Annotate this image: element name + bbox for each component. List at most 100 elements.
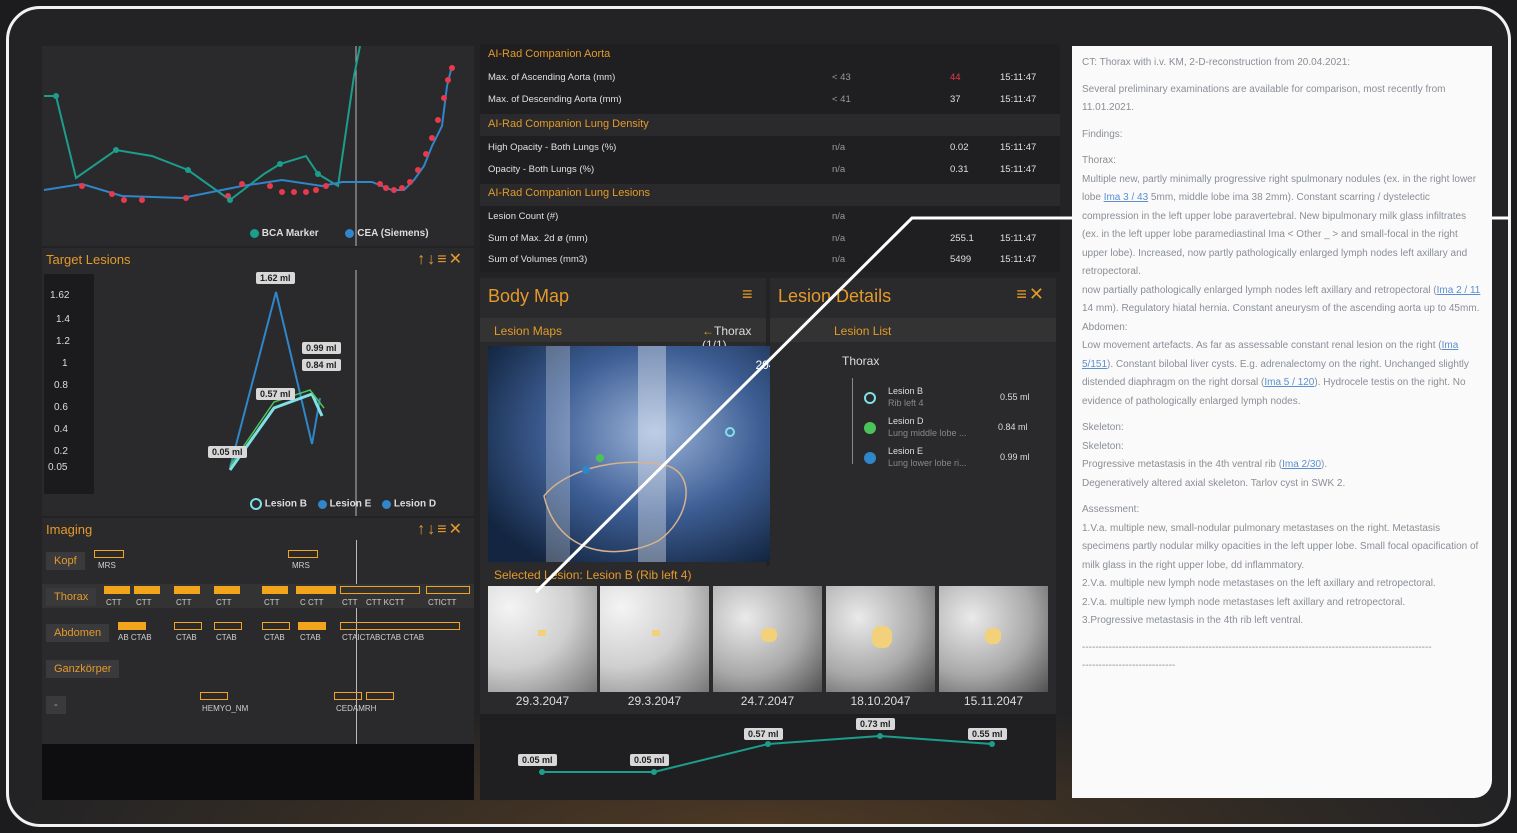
study-label: MRS — [292, 561, 310, 570]
ai-results-table: AI-Rad Companion Aorta Max. of Ascending… — [480, 44, 1060, 272]
imaging-toolbar[interactable]: ↑↓≡✕ — [417, 519, 464, 539]
report-paragraph: Multiple new, partly minimally progressi… — [1082, 173, 1477, 278]
image-link[interactable]: Ima 3 / 43 — [1104, 192, 1148, 203]
row-value: 0.02 — [950, 142, 969, 153]
study-pill[interactable] — [426, 586, 470, 594]
study-label: CTT KCTT — [366, 598, 405, 607]
lesion-e-marker[interactable] — [582, 466, 590, 474]
body-map-panel: Body Map ≡ Lesion Maps ←Thorax (1/1) 204… — [480, 278, 822, 566]
study-pill[interactable] — [366, 692, 394, 700]
data-label: 0.05 ml — [208, 446, 247, 458]
lesion-list-item[interactable]: Lesion D Lung middle lobe ... 0.84 ml — [864, 416, 1044, 442]
legend-label: Lesion B — [264, 498, 308, 510]
study-label: CTT — [264, 598, 280, 607]
report-heading: Skeleton: — [1082, 422, 1124, 433]
image-link[interactable]: Ima 5 / 120 — [1264, 377, 1314, 388]
study-pill[interactable] — [214, 586, 240, 594]
prev-arrow-icon[interactable]: ← — [702, 324, 714, 338]
legend-label: Lesion E — [329, 498, 372, 510]
row-ref: n/a — [832, 211, 846, 222]
lesion-list-title: Lesion List — [834, 324, 892, 338]
study-pill[interactable] — [174, 622, 202, 630]
study-label: CTAB — [264, 633, 285, 642]
study-pill[interactable] — [94, 550, 124, 558]
study-pill[interactable] — [262, 586, 288, 594]
cea-legend-dot — [345, 228, 355, 238]
lesion-name: Lesion D — [888, 416, 924, 426]
report-line: Several preliminary examinations are ava… — [1082, 83, 1446, 114]
report-heading: Abdomen: — [1082, 321, 1128, 333]
row-time: 15:11:47 — [1000, 72, 1037, 83]
study-pill[interactable] — [214, 622, 242, 630]
study-pill[interactable] — [262, 622, 290, 630]
study-pill[interactable] — [340, 622, 460, 630]
imaging-row-other[interactable]: - — [46, 696, 66, 714]
bca-marker-line — [44, 46, 361, 202]
thumb-date: 15.11.2047 — [963, 694, 1024, 708]
bca-legend-label: BCA Marker — [261, 228, 319, 239]
trend-label: 0.05 ml — [630, 754, 669, 766]
report-paragraph: 2.V.a. multiple new lymph node metastase… — [1082, 596, 1406, 608]
ct-thumbnail[interactable] — [713, 586, 822, 692]
row-name: Max. of Ascending Aorta (mm) — [488, 72, 616, 83]
time-cursor[interactable] — [356, 540, 357, 744]
report-heading: Findings: — [1082, 128, 1123, 140]
lesion-location: Lung middle lobe ... — [888, 428, 967, 438]
row-ref: n/a — [832, 254, 846, 265]
report-heading: Skeleton: — [1082, 440, 1124, 452]
thumb-date: 29.3.2047 — [627, 694, 682, 708]
study-pill[interactable] — [340, 586, 420, 594]
row-name: Max. of Descending Aorta (mm) — [488, 94, 622, 105]
lesion-b-marker[interactable] — [725, 427, 735, 437]
study-label: CTAB — [300, 633, 321, 642]
trend-label: 0.05 ml — [518, 754, 557, 766]
study-pill[interactable] — [104, 586, 130, 594]
lesion-list-item[interactable]: Lesion B Rib left 4 0.55 ml — [864, 386, 1044, 412]
lesion-volume: 0.84 ml — [998, 422, 1028, 432]
study-pill[interactable] — [118, 622, 146, 630]
lesion-location: Rib left 4 — [888, 398, 924, 408]
thumb-date: 29.3.2047 — [515, 694, 570, 708]
image-link[interactable]: Ima 2/30 — [1282, 459, 1321, 470]
imaging-footer — [42, 744, 474, 800]
lesion-details-toolbar[interactable]: ≡✕ — [1016, 284, 1046, 305]
lesion-group-thorax: Thorax — [842, 354, 880, 368]
trend-label: 0.57 ml — [744, 728, 783, 740]
study-pill[interactable] — [296, 586, 336, 594]
thumb-date: 24.7.2047 — [740, 694, 795, 708]
trend-panel: BCA Marker CEA (Siemens) — [42, 46, 474, 246]
study-label: HEMYO_NM — [202, 704, 249, 713]
lesion-location: Lung lower lobe ri... — [888, 458, 967, 468]
row-ref: < 41 — [832, 94, 851, 105]
image-link[interactable]: Ima 2 / 11 — [1437, 285, 1481, 296]
study-pill[interactable] — [298, 622, 326, 630]
row-name: Opacity - Both Lungs (%) — [488, 164, 595, 175]
lesion-d-marker[interactable] — [596, 454, 604, 462]
study-label: CTT — [106, 598, 122, 607]
study-pill[interactable] — [200, 692, 228, 700]
study-label: CTAICTABCTAB CTAB — [342, 633, 425, 642]
ct-thumbnail[interactable] — [600, 586, 709, 692]
imaging-row-ganzkoerper[interactable]: Ganzkörper — [46, 660, 120, 678]
study-pill[interactable] — [174, 586, 200, 594]
study-pill[interactable] — [334, 692, 362, 700]
row-ref: < 43 — [832, 72, 851, 83]
lesion-list-item[interactable]: Lesion E Lung lower lobe ri... 0.99 ml — [864, 446, 1044, 472]
ct-thumbnail[interactable] — [826, 586, 935, 692]
imaging-row-kopf[interactable]: Kopf — [46, 552, 85, 570]
study-pill[interactable] — [288, 550, 318, 558]
imaging-row-abdomen[interactable]: Abdomen — [46, 624, 110, 642]
ct-thumbnail[interactable] — [488, 586, 597, 692]
radiology-report[interactable]: CT: Thorax with i.v. KM, 2-D-reconstruct… — [1072, 46, 1492, 798]
body-map-menu-icon[interactable]: ≡ — [742, 284, 755, 305]
report-line: CT: Thorax with i.v. KM, 2-D-reconstruct… — [1082, 57, 1351, 68]
row-ref: n/a — [832, 142, 846, 153]
row-value: 37 — [950, 94, 961, 105]
ct-thumbnail[interactable] — [939, 586, 1048, 692]
bca-legend-dot — [250, 228, 259, 238]
imaging-row-thorax[interactable]: Thorax — [46, 588, 97, 606]
study-pill[interactable] — [134, 586, 160, 594]
lesion-maps-label: Lesion Maps — [494, 324, 563, 338]
study-label: MRS — [98, 561, 116, 570]
row-value: 255.1 — [950, 233, 974, 244]
